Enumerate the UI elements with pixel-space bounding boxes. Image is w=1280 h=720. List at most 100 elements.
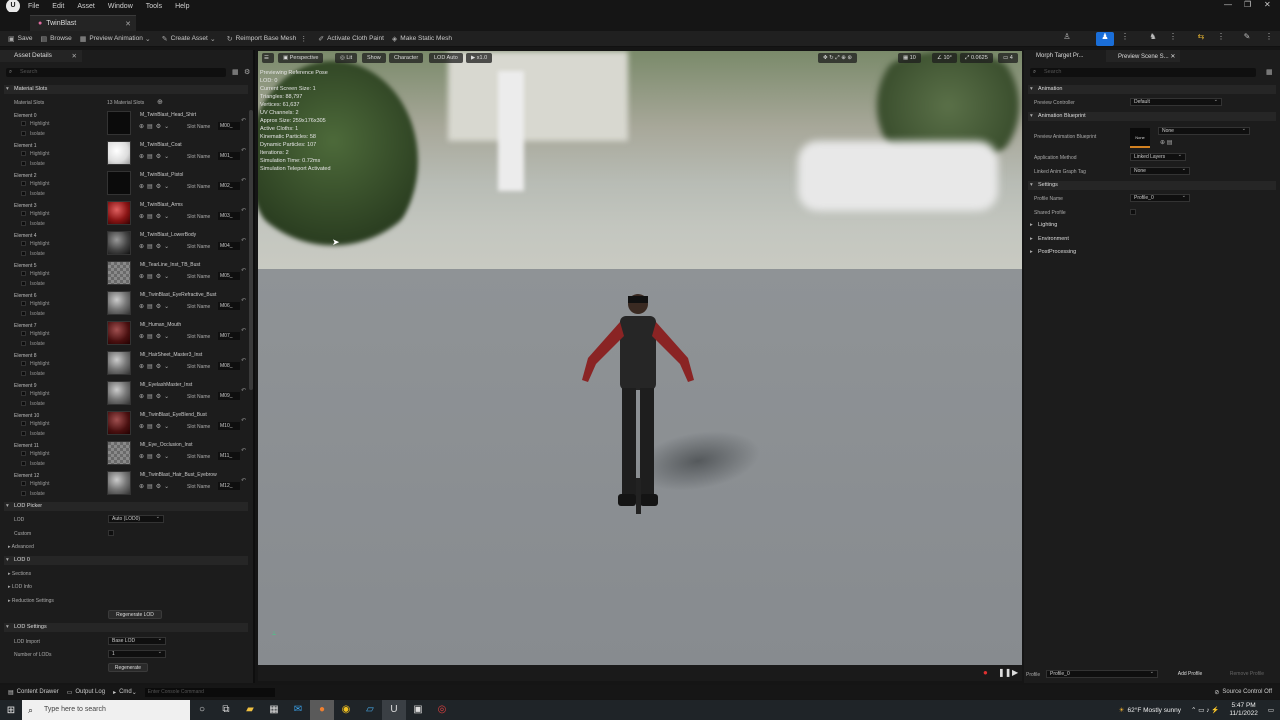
clock-time[interactable]: 5:47 PM xyxy=(1232,702,1256,710)
character-button[interactable]: Character xyxy=(389,53,424,63)
reset-arrow-icon[interactable]: ↶ xyxy=(241,207,246,214)
lod-import-select[interactable]: Base LOD xyxy=(108,636,166,645)
lighting-section[interactable]: Lighting xyxy=(1028,221,1276,230)
material-tools-icons[interactable]: ⊕▤⚙⌄ xyxy=(139,243,172,250)
perspective-button[interactable]: ▣ Perspective xyxy=(278,53,324,63)
highlight-checkbox[interactable] xyxy=(21,211,26,216)
material-tools-icons[interactable]: ⊕▤⚙⌄ xyxy=(139,393,172,400)
isolate-checkbox[interactable] xyxy=(21,131,26,136)
material-tools-icons[interactable]: ⊕▤⚙⌄ xyxy=(139,453,172,460)
material-name[interactable]: M_TwinBlast_Coat xyxy=(140,142,182,148)
slot-name-input[interactable]: M06_ xyxy=(218,302,240,310)
sections-expander[interactable]: ▸ Sections xyxy=(8,571,31,577)
recorder-icon[interactable]: ◎ xyxy=(430,700,454,720)
record-icon[interactable]: ● xyxy=(983,668,988,677)
slot-name-input[interactable]: M08_ xyxy=(218,362,240,370)
use-selected-icon[interactable]: ⊕ ▤ xyxy=(1160,139,1172,146)
isolate-checkbox[interactable] xyxy=(21,311,26,316)
lod0-section[interactable]: LOD 0 xyxy=(4,556,248,565)
material-tools-icons[interactable]: ⊕▤⚙⌄ xyxy=(139,213,172,220)
close-tab-icon[interactable]: ✕ xyxy=(1170,54,1175,60)
angle-snap-button[interactable]: ∠ 10° xyxy=(932,53,957,63)
isolate-checkbox[interactable] xyxy=(21,221,26,226)
lod-settings-section[interactable]: LOD Settings xyxy=(4,623,248,632)
reset-arrow-icon[interactable]: ↶ xyxy=(241,387,246,394)
reduction-settings-expander[interactable]: ▸ Reduction Settings xyxy=(8,598,54,604)
material-thumbnail[interactable] xyxy=(107,231,131,255)
material-thumbnail[interactable] xyxy=(107,471,131,495)
isolate-checkbox[interactable] xyxy=(21,461,26,466)
reset-arrow-icon[interactable]: ↶ xyxy=(241,327,246,334)
isolate-checkbox[interactable] xyxy=(21,191,26,196)
activate-cloth-paint-button[interactable]: ✐ Activate Cloth Paint xyxy=(318,35,384,43)
reimport-base-mesh-button[interactable]: ↻ Reimport Base Mesh ⋮ xyxy=(227,35,311,43)
reset-arrow-icon[interactable]: ↶ xyxy=(241,357,246,364)
slot-name-input[interactable]: M10_ xyxy=(218,422,240,430)
viewport-options-icon[interactable]: ☰ xyxy=(262,53,274,63)
application-method-select[interactable]: Linked Layers xyxy=(1130,152,1186,161)
reset-arrow-icon[interactable]: ↶ xyxy=(241,417,246,424)
material-thumbnail[interactable] xyxy=(107,381,131,405)
isolate-checkbox[interactable] xyxy=(21,341,26,346)
material-tools-icons[interactable]: ⊕▤⚙⌄ xyxy=(139,153,172,160)
morph-target-preview-tab[interactable]: Morph Target Pr... xyxy=(1024,50,1104,62)
console-command-input[interactable]: Enter Console Command xyxy=(144,687,275,697)
profile-name-input[interactable]: Profile_0 xyxy=(1130,193,1190,202)
animation-blueprint-select[interactable]: None xyxy=(1158,126,1250,135)
isolate-checkbox[interactable] xyxy=(21,371,26,376)
taskbar-search-input[interactable]: ⌕ Type here to search xyxy=(22,700,190,720)
slot-name-input[interactable]: M03_ xyxy=(218,212,240,220)
details-scrollbar[interactable] xyxy=(249,110,253,390)
material-name[interactable]: MI_TwinBlast_EyeRefractive_Bust xyxy=(140,292,216,298)
isolate-checkbox[interactable] xyxy=(21,401,26,406)
firefox-icon[interactable]: ● xyxy=(310,700,334,720)
cmd-button[interactable]: ▸ Cmd ⌄ xyxy=(113,689,137,696)
material-name[interactable]: M_TwinBlast_Head_Shirt xyxy=(140,112,196,118)
content-drawer-button[interactable]: ▤ Content Drawer xyxy=(8,689,59,696)
maximize-icon[interactable]: ❐ xyxy=(1244,0,1251,9)
highlight-checkbox[interactable] xyxy=(21,421,26,426)
settings-section[interactable]: Settings xyxy=(1028,181,1276,190)
highlight-checkbox[interactable] xyxy=(21,121,26,126)
scale-snap-button[interactable]: ⤢ 0.0625 xyxy=(960,53,993,63)
material-name[interactable]: M_TwinBlast_Pistol xyxy=(140,172,183,178)
show-button[interactable]: Show xyxy=(362,53,386,63)
menu-tools[interactable]: Tools xyxy=(146,3,162,10)
isolate-checkbox[interactable] xyxy=(21,161,26,166)
menu-file[interactable]: File xyxy=(28,3,39,10)
highlight-checkbox[interactable] xyxy=(21,391,26,396)
menu-help[interactable]: Help xyxy=(175,3,189,10)
advanced-expander[interactable]: ▸ Advanced xyxy=(8,544,34,550)
highlight-checkbox[interactable] xyxy=(21,331,26,336)
output-log-button[interactable]: ▭ Output Log xyxy=(67,689,105,696)
notes-icon[interactable]: ▱ xyxy=(358,700,382,720)
more-options-icon[interactable]: ⋮ xyxy=(1164,32,1182,46)
grid-view-icon[interactable]: ▦ xyxy=(1266,68,1273,76)
browse-button[interactable]: ▤ Browse xyxy=(40,35,71,43)
highlight-checkbox[interactable] xyxy=(21,451,26,456)
notifications-icon[interactable]: ▭ xyxy=(1268,706,1274,714)
reset-arrow-icon[interactable]: ↶ xyxy=(241,237,246,244)
epic-games-icon[interactable]: ▣ xyxy=(406,700,430,720)
close-panel-icon[interactable]: ✕ xyxy=(72,52,77,60)
material-thumbnail[interactable] xyxy=(107,201,131,225)
reset-arrow-icon[interactable]: ↶ xyxy=(241,177,246,184)
scene-search-input[interactable]: ⌕ Search xyxy=(1030,68,1256,77)
mail-icon[interactable]: ✉ xyxy=(286,700,310,720)
tray-icons[interactable]: ⌃ ▭ ♪ ⚡ xyxy=(1191,706,1219,714)
isolate-checkbox[interactable] xyxy=(21,491,26,496)
material-slots-section[interactable]: Material Slots xyxy=(4,85,248,94)
regenerate-button[interactable]: Regenerate xyxy=(108,663,148,672)
number-of-lods-input[interactable]: 1 xyxy=(108,649,166,658)
isolate-checkbox[interactable] xyxy=(21,251,26,256)
material-thumbnail[interactable] xyxy=(107,141,131,165)
reset-arrow-icon[interactable]: ↶ xyxy=(241,447,246,454)
more-options-icon[interactable]: ⋮ xyxy=(1260,32,1278,46)
lod-select[interactable]: Auto (LOD0) xyxy=(108,514,164,523)
blueprint-editor-icon[interactable]: ⇆ xyxy=(1192,32,1210,46)
material-tools-icons[interactable]: ⊕▤⚙⌄ xyxy=(139,273,172,280)
isolate-checkbox[interactable] xyxy=(21,281,26,286)
material-name[interactable]: MI_Eye_Occlusion_Inst xyxy=(140,442,193,448)
camera-speed-button[interactable]: ▭ 4 xyxy=(998,53,1018,63)
store-icon[interactable]: ▦ xyxy=(262,700,286,720)
